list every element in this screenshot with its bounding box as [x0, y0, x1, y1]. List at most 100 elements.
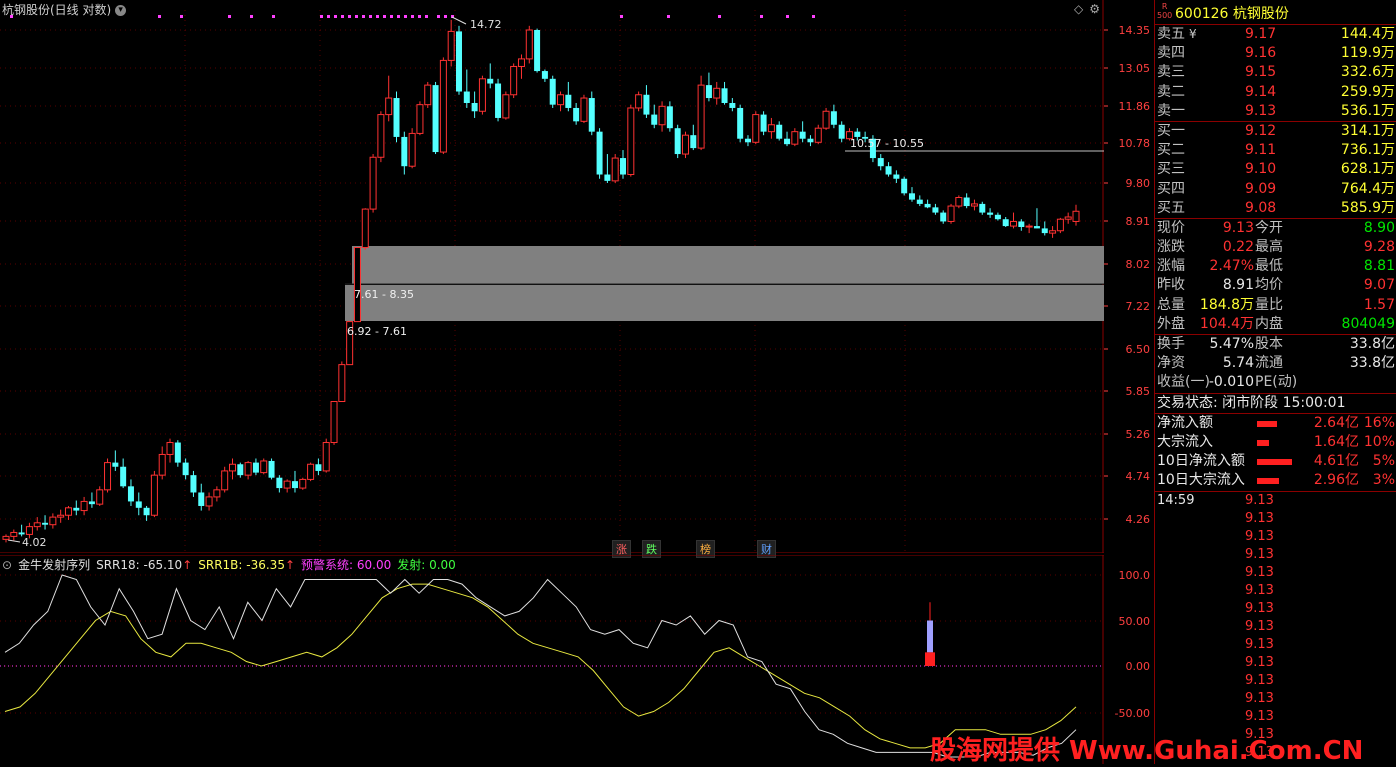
stat-label2: 内盘 [1255, 315, 1283, 332]
stock-header: R 500 600126 杭钢股份 [1155, 0, 1396, 25]
candle-body [291, 481, 298, 489]
event-marker [437, 15, 440, 18]
candle-body [1010, 220, 1018, 227]
tick-row: 9.13 [1155, 618, 1396, 636]
candle-body [979, 203, 986, 213]
candle-body [1072, 210, 1080, 222]
tick-price: 9.13 [1245, 690, 1274, 706]
bid-price: 9.09 [1245, 180, 1277, 197]
candle-body [432, 85, 439, 153]
settings-icon[interactable]: ⚙ [1089, 2, 1100, 16]
candle-body [822, 110, 830, 129]
candle-body [580, 97, 588, 122]
bid-volume: 628.1万 [1340, 161, 1395, 178]
candle-body [64, 507, 72, 516]
candle-body [135, 501, 142, 508]
stat-label: 涨跌 [1157, 239, 1185, 256]
price-tick-label: 4.74 [1126, 470, 1151, 483]
event-marker [718, 15, 721, 18]
candle-body [244, 462, 252, 476]
candle-body [893, 174, 900, 179]
candle-body [268, 460, 275, 478]
tick-price: 9.13 [1245, 600, 1274, 616]
tick-time: 14:59 [1157, 492, 1195, 508]
candle-body [784, 138, 791, 145]
ask-row[interactable]: 卖四 9.16 119.9万 [1155, 44, 1396, 63]
stat2-row: 换手 5.47% 股本 33.8亿 [1155, 335, 1396, 354]
flow-block: 净流入额 2.64亿 16% 大宗流入 1.64亿 10% 10日净流入额 4.61亿 5% 10… [1155, 414, 1396, 492]
candle-body [502, 94, 510, 119]
diamond-icon[interactable]: ◇ [1074, 2, 1083, 16]
ask-row[interactable]: 卖一 9.13 536.1万 [1155, 102, 1396, 121]
candle-body [213, 489, 221, 498]
chart-menu-icon[interactable]: ▾ [115, 5, 127, 16]
ask-list: 卖五 ¥9.17 144.4万 卖四 9.16 119.9万 卖三 9.15 332.6万 卖二 9… [1155, 25, 1396, 122]
candle-body [713, 87, 721, 99]
candle-body [588, 98, 595, 132]
flow-row: 大宗流入 1.64亿 10% [1155, 433, 1396, 452]
candle-body [369, 156, 377, 210]
event-marker [341, 15, 344, 18]
candlestick-chart[interactable] [0, 0, 1104, 553]
candle-body [830, 111, 837, 125]
stat2-value: 5.47% [1209, 336, 1254, 352]
candle-body [322, 442, 330, 472]
ind-tick-label: 100.0 [1119, 569, 1151, 582]
bid-label: 买五 [1157, 199, 1185, 216]
candle-body [838, 124, 845, 139]
candle-body [424, 84, 432, 106]
candle-body [1002, 219, 1009, 227]
tick-list[interactable]: 14:59 9.13 9.13 9.13 9.13 9.13 9.13 9.13 9.13 9.1… [1155, 492, 1396, 762]
indicator-name: 金牛发射序列 [18, 558, 91, 572]
bid-price: 9.10 [1245, 161, 1277, 178]
tick-price: 9.13 [1245, 654, 1274, 670]
tick-price: 9.13 [1245, 492, 1274, 508]
event-marker [667, 15, 670, 18]
ask-row[interactable]: 卖二 9.14 259.9万 [1155, 83, 1396, 102]
event-marker [272, 15, 275, 18]
candle-body [198, 492, 205, 506]
candle-body [33, 522, 41, 528]
indicator-menu-icon[interactable]: ⊙ [2, 558, 12, 572]
price-tick-label: 8.02 [1126, 258, 1151, 271]
stat-value: 104.4万 [1199, 315, 1254, 332]
stat-label: 总量 [1157, 296, 1185, 313]
trade-status: 交易状态: 闭市阶段 15:00:01 [1157, 394, 1346, 411]
bid-volume: 585.9万 [1340, 199, 1395, 216]
candle-body [666, 106, 673, 129]
stat-value: 8.91 [1222, 277, 1254, 294]
stock-code-name[interactable]: 600126 杭钢股份 [1175, 3, 1289, 23]
candle-body [604, 174, 611, 181]
candle-body [744, 138, 751, 143]
bid-row[interactable]: 买五 9.08 585.9万 [1155, 199, 1396, 218]
price-tick-label: 4.26 [1126, 513, 1151, 526]
candle-body [674, 128, 681, 155]
stat-value2: 8.90 [1363, 219, 1395, 236]
gap-zone-upper [352, 246, 1104, 284]
r500-num: 500 [1157, 11, 1173, 20]
event-marker [404, 15, 407, 18]
event-marker [390, 15, 393, 18]
bid-row[interactable]: 买二 9.11 736.1万 [1155, 141, 1396, 160]
stat-label: 外盘 [1157, 315, 1185, 332]
low-price-label: 4.02 [22, 536, 47, 549]
candle-body [88, 501, 95, 505]
tick-price: 9.13 [1245, 564, 1274, 580]
bid-row[interactable]: 买四 9.09 764.4万 [1155, 180, 1396, 199]
bid-row[interactable]: 买一 9.12 314.1万 [1155, 122, 1396, 141]
candle-body [2, 535, 10, 540]
srr1b-value: SRR1B: -36.35 [198, 558, 285, 572]
event-marker [369, 15, 372, 18]
ask-row[interactable]: 卖五 ¥9.17 144.4万 [1155, 25, 1396, 44]
stat-row: 总量 184.8万 量比 1.57 [1155, 296, 1396, 315]
bid-row[interactable]: 买三 9.10 628.1万 [1155, 160, 1396, 179]
ask-row[interactable]: 卖三 9.15 332.6万 [1155, 63, 1396, 82]
candle-body [487, 78, 494, 84]
candle-body [143, 507, 150, 516]
candle-body [963, 197, 970, 207]
candle-body [658, 105, 666, 126]
tick-price: 9.13 [1245, 510, 1274, 526]
candle-body [237, 464, 244, 476]
flow-bar [1257, 459, 1292, 466]
stat2-label: 净资 [1157, 355, 1185, 372]
